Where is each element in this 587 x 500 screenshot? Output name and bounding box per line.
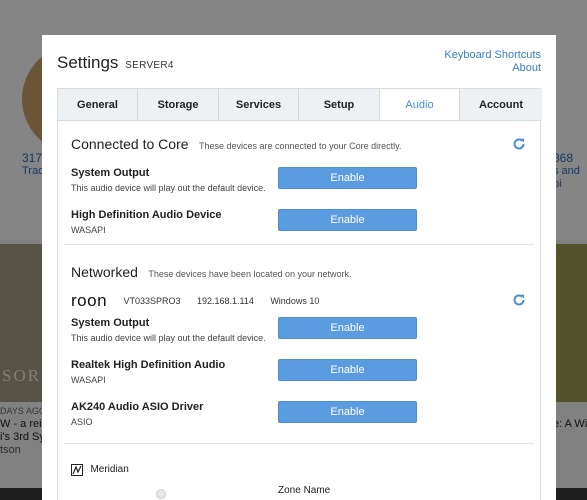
tab-general[interactable]: General <box>58 89 138 121</box>
device-name: System Output <box>71 167 150 179</box>
device-name: AK240 Audio ASIO Driver <box>71 401 204 413</box>
settings-title: Settings <box>57 53 119 72</box>
connected-section-description: These devices are connected to your Core… <box>198 141 402 151</box>
about-link[interactable]: About <box>512 62 541 74</box>
enable-system-output-network-button[interactable]: Enable <box>278 317 417 339</box>
device-name: Realtek High Definition Audio <box>71 359 226 371</box>
settings-tabs: General Storage Services Setup Audio Acc… <box>57 88 542 121</box>
connected-section-title: Connected to Core <box>71 136 189 152</box>
device-name: System Output <box>71 317 150 329</box>
tab-audio[interactable]: Audio <box>380 89 460 121</box>
enable-realtek-audio-button[interactable]: Enable <box>278 359 417 381</box>
section-divider <box>64 244 534 245</box>
tab-account[interactable]: Account <box>460 89 542 121</box>
roon-logo: roon <box>71 291 108 310</box>
meridian-row: Meridian <box>71 461 129 479</box>
tab-setup[interactable]: Setup <box>299 89 380 121</box>
networked-section-title: Networked <box>71 264 138 280</box>
device-description: WASAPI <box>71 375 106 385</box>
enable-hd-audio-device-button[interactable]: Enable <box>278 209 417 231</box>
refresh-networked-icon[interactable] <box>512 293 526 307</box>
tab-storage[interactable]: Storage <box>138 89 219 121</box>
connected-section-header: Connected to Core These devices are conn… <box>71 136 401 154</box>
server-name: SERVER4 <box>125 60 174 71</box>
device-description: WASAPI <box>71 225 106 235</box>
endpoint-os: Windows 10 <box>270 296 320 306</box>
enable-system-output-core-button[interactable]: Enable <box>278 167 417 189</box>
audio-panel: Connected to Core These devices are conn… <box>57 120 541 500</box>
toggle-knob[interactable] <box>156 489 166 499</box>
device-description: ASIO <box>71 417 93 427</box>
device-description: This audio device will play out the defa… <box>71 333 266 343</box>
zone-name-label: Zone Name <box>278 485 331 496</box>
tab-services[interactable]: Services <box>219 89 299 121</box>
modal-title: Settings SERVER4 <box>57 53 174 73</box>
section-divider <box>64 443 534 444</box>
enable-ak240-asio-button[interactable]: Enable <box>278 401 417 423</box>
meridian-logo-icon <box>71 463 83 476</box>
endpoint-ip: 192.168.1.114 <box>196 296 254 306</box>
keyboard-shortcuts-link[interactable]: Keyboard Shortcuts <box>444 49 541 61</box>
meridian-label: Meridian <box>90 464 129 476</box>
endpoint-host: VT033SPRO3 <box>123 296 181 306</box>
device-name: High Definition Audio Device <box>71 209 222 221</box>
roon-endpoint-row: roon VT033SPRO3 192.168.1.114 Windows 10 <box>71 291 320 310</box>
refresh-connected-icon[interactable] <box>512 137 526 151</box>
networked-section-header: Networked These devices have been locate… <box>71 264 352 282</box>
networked-section-description: These devices have been located on your … <box>148 269 352 279</box>
device-description: This audio device will play out the defa… <box>71 183 266 193</box>
settings-modal: Settings SERVER4 Keyboard Shortcuts Abou… <box>42 35 556 500</box>
